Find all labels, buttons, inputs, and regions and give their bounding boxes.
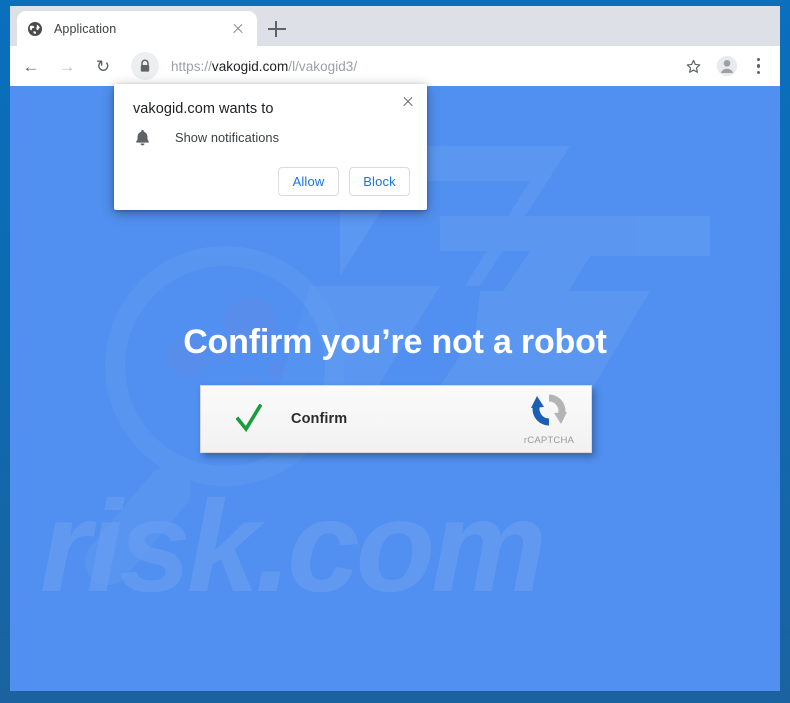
allow-button[interactable]: Allow	[278, 167, 339, 196]
rcaptcha-arrows-icon	[529, 392, 569, 433]
star-icon[interactable]	[680, 53, 706, 79]
forward-arrow-icon: →	[58, 56, 76, 76]
tab-strip: Application	[10, 6, 780, 46]
captcha-widget[interactable]: Confirm rCAPTCHA	[200, 385, 592, 453]
lock-icon[interactable]	[131, 52, 159, 80]
back-button[interactable]: ←	[16, 51, 46, 81]
green-checkmark-icon	[235, 403, 263, 434]
url-domain: vakogid.com	[211, 58, 289, 74]
browser-window: Application ← → ↻ https://vakogid.com/l/…	[0, 0, 790, 703]
new-tab-icon[interactable]	[266, 18, 288, 40]
browser-toolbar: ← → ↻ https://vakogid.com/l/vakogid3/	[10, 46, 780, 86]
address-bar[interactable]: https://vakogid.com/l/vakogid3/	[131, 52, 674, 80]
permission-row: Show notifications	[133, 128, 279, 147]
reload-button[interactable]: ↻	[88, 51, 118, 81]
browser-chrome: Application ← → ↻ https://vakogid.com/l/…	[10, 6, 780, 86]
forward-button[interactable]: →	[52, 51, 82, 81]
permission-label: Show notifications	[175, 130, 280, 145]
url-text: https://vakogid.com/l/vakogid3/	[171, 59, 357, 74]
dialog-actions: Allow Block	[278, 167, 410, 196]
globe-icon	[27, 21, 43, 37]
svg-text:risk.com: risk.com	[40, 473, 543, 619]
notification-permission-dialog: vakogid.com wants to Show notifications …	[114, 84, 427, 210]
captcha-label: Confirm	[291, 411, 348, 427]
bell-icon	[133, 128, 152, 147]
account-avatar-icon[interactable]	[714, 53, 740, 79]
reload-icon: ↻	[95, 56, 111, 76]
three-dot-menu-icon[interactable]	[746, 53, 770, 79]
back-arrow-icon: ←	[22, 56, 40, 76]
tab-title: Application	[54, 21, 117, 36]
rcaptcha-branding: rCAPTCHA	[516, 392, 582, 446]
dialog-title: vakogid.com wants to	[133, 101, 274, 117]
url-scheme: https://	[171, 58, 212, 74]
url-path: /l/vakogid3/	[288, 58, 358, 74]
rcaptcha-brand-name: rCAPTCHA	[523, 435, 575, 446]
close-icon[interactable]	[397, 91, 419, 113]
close-icon[interactable]	[229, 20, 247, 38]
page-title: Confirm you’re not a robot	[183, 323, 607, 361]
tab-application[interactable]: Application	[17, 11, 257, 46]
block-button[interactable]: Block	[349, 167, 410, 196]
